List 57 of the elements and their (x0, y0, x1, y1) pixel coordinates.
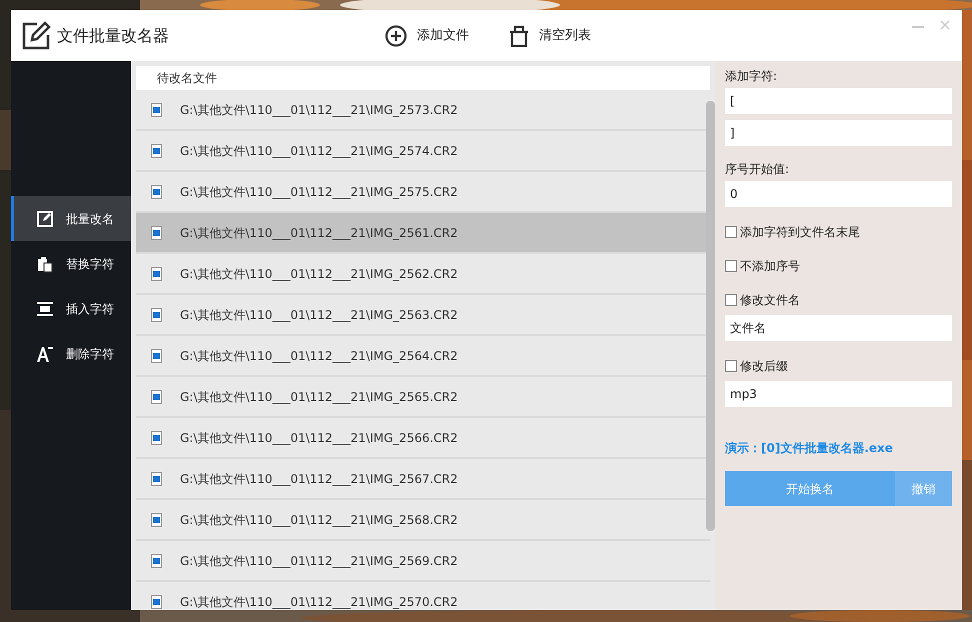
column-header: 待改名文件 (136, 66, 710, 90)
checkbox[interactable] (725, 294, 737, 306)
field-label: 序号开始值: (725, 161, 790, 178)
image-file-icon (151, 390, 162, 404)
file-path: G:\其他文件\110___01\112___21\IMG_2566.CR2 (180, 430, 458, 446)
edit-icon (36, 210, 54, 228)
checkbox[interactable] (725, 226, 737, 238)
image-file-icon (151, 430, 162, 444)
image-file-icon (151, 472, 162, 486)
toolbar-button[interactable]: 清空列表 (509, 24, 591, 46)
file-path: G:\其他文件\110___01\112___21\IMG_2563.CR2 (180, 306, 458, 324)
image-file-icon (151, 308, 162, 322)
input-field[interactable]: [ (725, 88, 952, 114)
image-file-icon (151, 144, 162, 158)
file-path: G:\其他文件\110___01\112___21\IMG_2562.CR2 (180, 266, 458, 282)
file-path: G:\其他文件\110___01\112___21\IMG_2569.CR2 (180, 552, 458, 570)
input-field[interactable]: mp3 (725, 381, 952, 407)
preview-text: 演示：[0]文件批量改名器.exe (725, 440, 894, 457)
sidebar-item[interactable]: 插入字符 (11, 286, 131, 331)
checkbox-option[interactable]: 不添加序号 (725, 257, 800, 275)
file-path: G:\其他文件\110___01\112___21\IMG_2574.CR2 (180, 142, 458, 160)
image-file-icon (151, 102, 162, 116)
image-file-icon (151, 594, 162, 608)
file-path: G:\其他文件\110___01\112___21\IMG_2573.CR2 (180, 102, 458, 118)
file-path: G:\其他文件\110___01\112___21\IMG_2570.CR2 (180, 594, 458, 610)
input-field[interactable]: ] (725, 120, 952, 146)
checkbox[interactable] (725, 360, 737, 372)
image-file-icon (151, 348, 162, 362)
file-path: G:\其他文件\110___01\112___21\IMG_2568.CR2 (180, 512, 458, 528)
insert-icon (36, 300, 54, 318)
window-title: 文件批量改名器 (57, 24, 169, 46)
image-file-icon (151, 512, 162, 526)
image-file-icon (151, 554, 162, 568)
text-delete-icon (36, 344, 54, 362)
toolbar-button[interactable]: 添加文件 (385, 24, 469, 46)
edit-icon (21, 20, 51, 50)
file-path: G:\其他文件\110___01\112___21\IMG_2567.CR2 (180, 470, 458, 488)
image-file-icon (151, 226, 162, 240)
file-path: G:\其他文件\110___01\112___21\IMG_2565.CR2 (180, 388, 458, 406)
checkbox[interactable] (725, 260, 737, 272)
checkbox-option[interactable]: 修改后缀 (725, 357, 788, 375)
trash-icon (509, 24, 529, 46)
file-path: G:\其他文件\110___01\112___21\IMG_2561.CR2 (180, 224, 458, 242)
sidebar-item[interactable]: 删除字符 (11, 331, 131, 376)
sidebar-item[interactable]: 替换字符 (11, 241, 131, 286)
field-label: 添加字符: (725, 68, 778, 85)
add-circle-icon (385, 24, 407, 46)
file-path: G:\其他文件\110___01\112___21\IMG_2575.CR2 (180, 184, 458, 200)
clipboard-icon (36, 254, 54, 272)
input-field[interactable]: 0 (725, 181, 952, 207)
file-path: G:\其他文件\110___01\112___21\IMG_2564.CR2 (180, 348, 458, 364)
image-file-icon (151, 184, 162, 198)
image-file-icon (151, 266, 162, 280)
checkbox-option[interactable]: 添加字符到文件名末尾 (725, 223, 860, 241)
sidebar-item[interactable]: 批量改名 (11, 196, 131, 241)
checkbox-option[interactable]: 修改文件名 (725, 291, 800, 309)
input-field[interactable]: 文件名 (725, 315, 952, 341)
